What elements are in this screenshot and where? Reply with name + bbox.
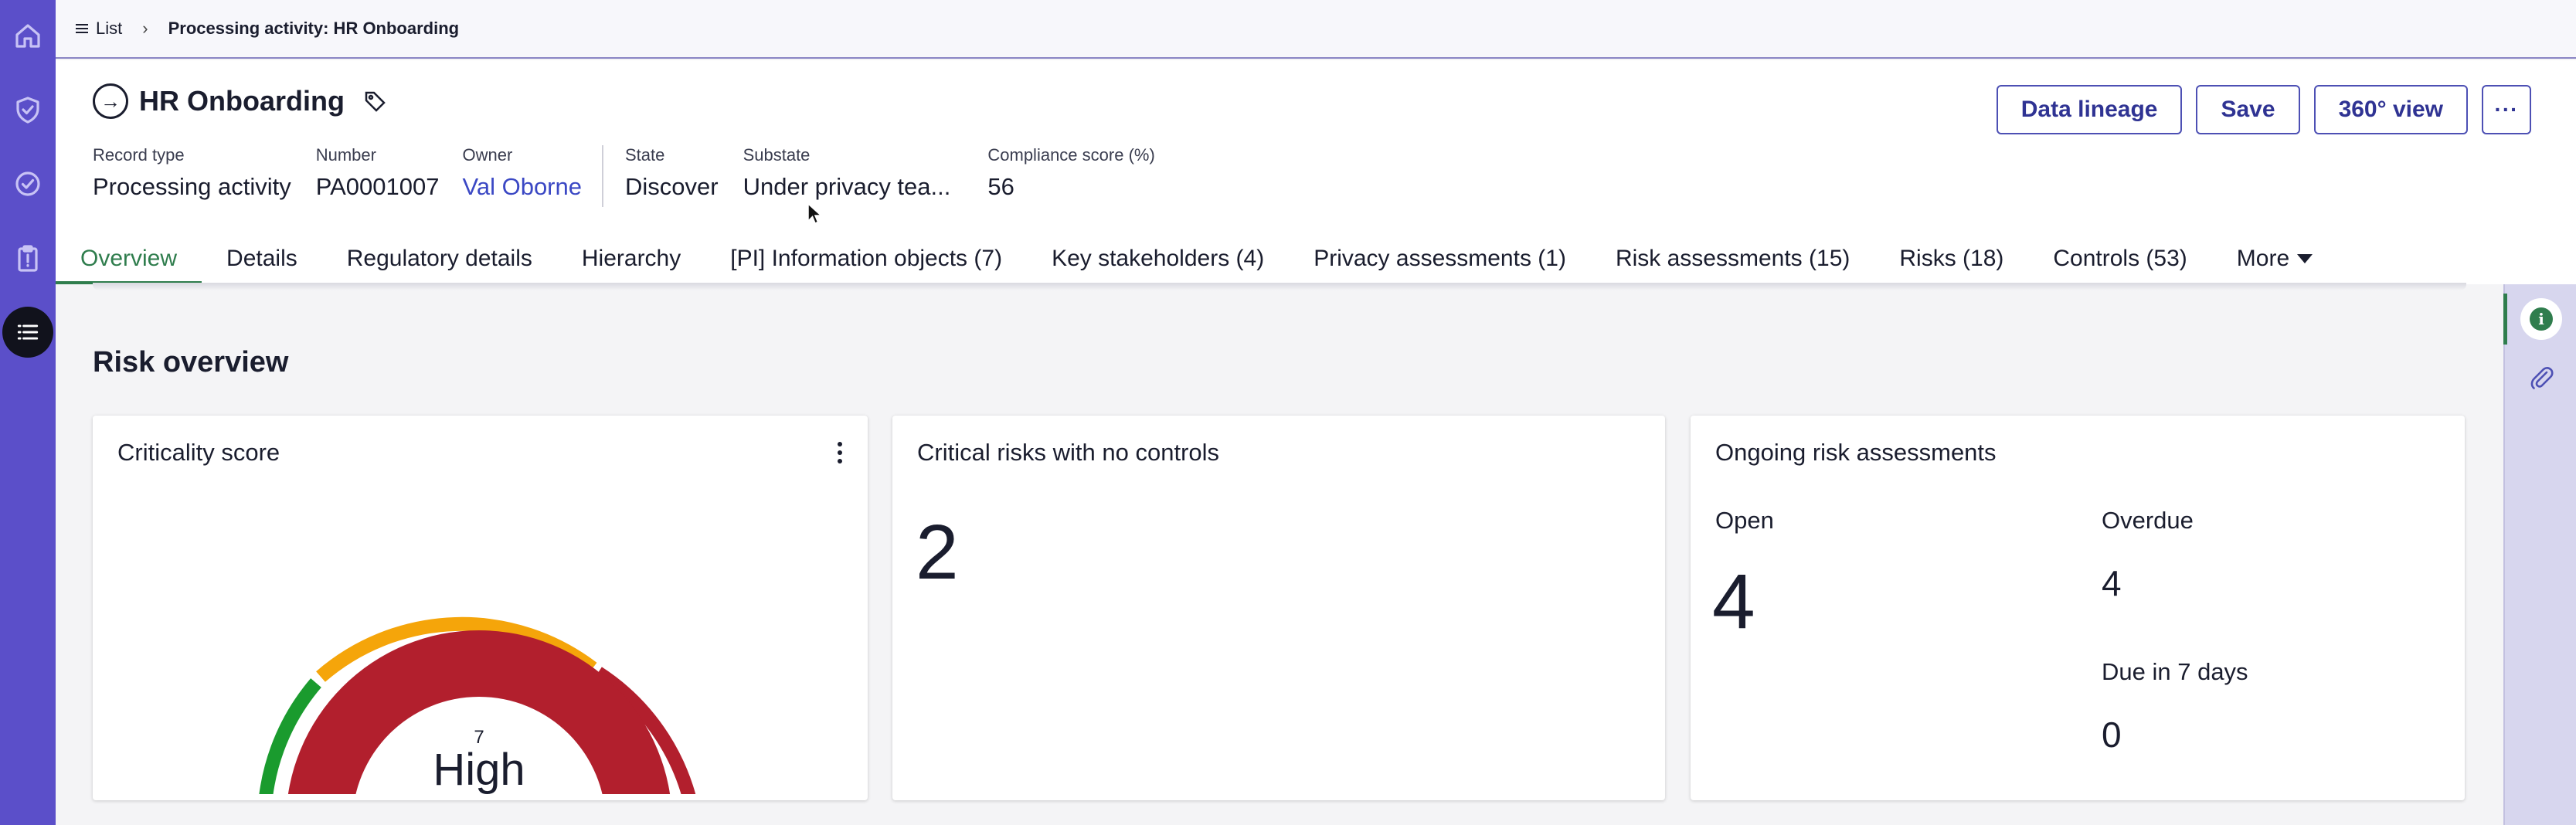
tab-details[interactable]: Details — [202, 233, 322, 284]
due-soon-label: Due in 7 days — [2102, 658, 2248, 685]
paperclip-icon[interactable] — [2526, 362, 2557, 392]
field-label: Compliance score (%) — [987, 145, 1155, 165]
record-fields: Record type Processing activity Number P… — [93, 145, 1172, 207]
owner-link[interactable]: Val Oborne — [462, 173, 582, 201]
breadcrumb-current: Processing activity: HR Onboarding — [168, 19, 460, 38]
field-label: State — [624, 145, 665, 165]
clipboard-alert-icon[interactable] — [0, 229, 56, 287]
collapsed-panel-edge — [93, 283, 2466, 290]
tag-icon[interactable] — [363, 90, 386, 113]
field-label: Substate — [743, 145, 811, 165]
criticality-gauge: 7 High 7 — [259, 616, 696, 794]
shield-check-icon[interactable] — [0, 80, 56, 139]
tab-more[interactable]: More — [2212, 233, 2337, 284]
chevron-right-icon: › — [142, 19, 148, 38]
field-state: State Discover — [625, 145, 719, 201]
360-view-button[interactable]: 360° view — [2313, 85, 2468, 134]
criticality-score-card: Criticality score 7 High 7 — [93, 416, 868, 800]
due-soon-count[interactable]: 0 — [2102, 714, 2122, 755]
kebab-menu-icon[interactable] — [835, 442, 845, 463]
breadcrumb-list-link[interactable]: List — [76, 19, 122, 39]
field-value: 56 — [987, 173, 1014, 200]
tab-controls[interactable]: Controls (53) — [2028, 233, 2211, 284]
tab-key-stakeholders[interactable]: Key stakeholders (4) — [1027, 233, 1289, 284]
info-icon: i — [2530, 307, 2553, 331]
nav-rail — [0, 0, 56, 825]
processing-activity-icon: → — [93, 83, 128, 119]
section-title: Risk overview — [93, 346, 289, 379]
card-title: Ongoing risk assessments — [1715, 439, 1997, 466]
field-number: Number PA0001007 — [316, 145, 440, 201]
more-actions-button[interactable]: ··· — [2482, 85, 2531, 134]
field-value: Processing activity — [93, 173, 291, 200]
tab-risk-assessments[interactable]: Risk assessments (15) — [1591, 233, 1874, 284]
record-tabs: Overview Details Regulatory details Hier… — [56, 233, 2337, 284]
tab-information-objects[interactable]: [PI] Information objects (7) — [705, 233, 1027, 284]
data-lineage-button[interactable]: Data lineage — [1996, 85, 2183, 134]
critical-risks-card: Critical risks with no controls 2 — [892, 416, 1665, 800]
ongoing-risk-assessments-card: Ongoing risk assessments Open 4 Overdue … — [1691, 416, 2465, 800]
field-value: PA0001007 — [315, 173, 440, 200]
field-label: Owner — [462, 145, 513, 165]
tab-overview[interactable]: Overview — [56, 233, 202, 284]
list-icon[interactable] — [0, 303, 56, 362]
caret-down-icon — [2297, 254, 2313, 263]
card-title: Criticality score — [117, 439, 280, 466]
mouse-cursor-icon — [807, 202, 823, 224]
open-count[interactable]: 4 — [1712, 558, 1755, 647]
field-value: Discover — [624, 173, 719, 200]
field-divider — [601, 145, 603, 207]
breadcrumb-list-label: List — [96, 19, 123, 38]
field-owner: Owner Val Oborne — [462, 145, 582, 201]
list-lines-icon — [76, 22, 88, 36]
overdue-label: Overdue — [2102, 507, 2194, 534]
home-icon[interactable] — [0, 6, 56, 65]
tab-regulatory-details[interactable]: Regulatory details — [322, 233, 557, 284]
field-label: Number — [315, 145, 376, 165]
critical-risks-count[interactable]: 2 — [916, 508, 959, 597]
field-value: Under privacy tea... — [743, 173, 951, 200]
side-panel: i — [2503, 284, 2576, 825]
circle-check-icon[interactable] — [0, 154, 56, 213]
card-title: Critical risks with no controls — [917, 439, 1220, 466]
record-header: → HR Onboarding Data lineage Save 360° v… — [56, 60, 2576, 284]
tab-risks[interactable]: Risks (18) — [1874, 233, 2028, 284]
open-label: Open — [1715, 507, 1774, 534]
field-substate: Substate Under privacy tea... — [743, 145, 951, 201]
page-title: HR Onboarding — [139, 85, 345, 117]
info-button[interactable]: i — [2520, 298, 2562, 340]
tab-privacy-assessments[interactable]: Privacy assessments (1) — [1289, 233, 1591, 284]
field-label: Record type — [93, 145, 185, 165]
breadcrumb: List › Processing activity: HR Onboardin… — [56, 0, 2576, 59]
tab-hierarchy[interactable]: Hierarchy — [557, 233, 705, 284]
side-panel-active-indicator — [2503, 294, 2507, 345]
field-record-type: Record type Processing activity — [93, 145, 291, 201]
save-button[interactable]: Save — [2196, 85, 2300, 134]
field-compliance-score: Compliance score (%) 56 — [987, 145, 1154, 201]
gauge-rating-label: High — [433, 745, 525, 794]
tab-more-label: More — [2236, 246, 2290, 271]
overdue-count[interactable]: 4 — [2102, 562, 2122, 604]
